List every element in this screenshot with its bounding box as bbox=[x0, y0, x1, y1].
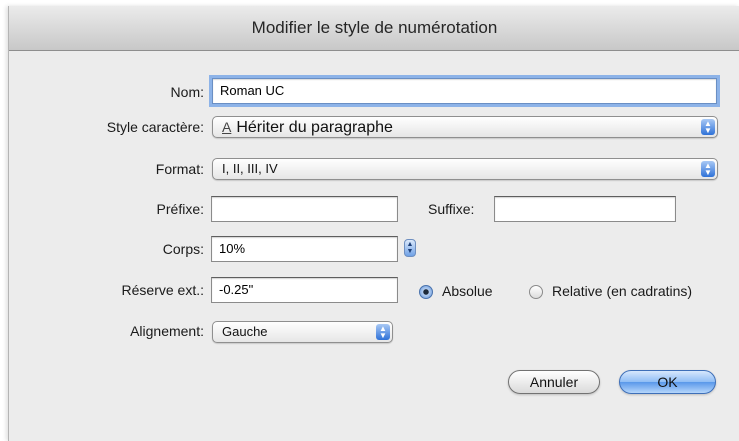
format-label: Format: bbox=[155, 161, 204, 177]
suffixe-field[interactable] bbox=[494, 196, 676, 222]
nom-field[interactable]: Roman UC bbox=[212, 78, 717, 104]
alignement-label: Alignement: bbox=[130, 323, 204, 339]
prefixe-label: Préfixe: bbox=[156, 201, 204, 217]
style-caractere-popup[interactable]: A Hériter du paragraphe ▲ ▼ bbox=[212, 116, 718, 138]
format-popup[interactable]: I, II, III, IV ▲ ▼ bbox=[212, 158, 718, 180]
style-caractere-label: Style caractère: bbox=[106, 119, 204, 135]
format-value: I, II, III, IV bbox=[222, 161, 278, 176]
cancel-button[interactable]: Annuler bbox=[508, 370, 600, 394]
dialog-window: Modifier le style de numérotation Nom: R… bbox=[8, 6, 739, 441]
corps-stepper[interactable]: ▲ ▼ bbox=[404, 239, 416, 257]
character-style-icon: A bbox=[222, 119, 232, 135]
popup-arrows-icon: ▲ ▼ bbox=[376, 324, 390, 340]
title-bar[interactable]: Modifier le style de numérotation bbox=[9, 6, 739, 51]
alignement-popup[interactable]: Gauche ▲ ▼ bbox=[212, 321, 393, 343]
prefixe-field[interactable] bbox=[211, 196, 398, 222]
popup-arrows-icon: ▲ ▼ bbox=[701, 161, 715, 177]
relative-radio[interactable] bbox=[529, 285, 543, 299]
absolue-radio[interactable] bbox=[419, 285, 433, 299]
reserve-ext-label: Réserve ext.: bbox=[121, 282, 204, 298]
popup-arrows-icon: ▲ ▼ bbox=[701, 119, 715, 135]
relative-label[interactable]: Relative (en cadratins) bbox=[552, 283, 692, 299]
corps-field[interactable]: 10% bbox=[211, 236, 398, 262]
suffixe-label: Suffixe: bbox=[428, 201, 475, 217]
ok-button[interactable]: OK bbox=[619, 370, 716, 394]
alignement-value: Gauche bbox=[222, 324, 268, 339]
nom-label: Nom: bbox=[170, 84, 204, 100]
reserve-ext-field[interactable]: -0.25" bbox=[211, 277, 398, 303]
absolue-label[interactable]: Absolue bbox=[442, 283, 493, 299]
style-caractere-value: Hériter du paragraphe bbox=[236, 119, 393, 136]
corps-label: Corps: bbox=[162, 241, 204, 257]
dialog-title: Modifier le style de numérotation bbox=[251, 18, 498, 37]
